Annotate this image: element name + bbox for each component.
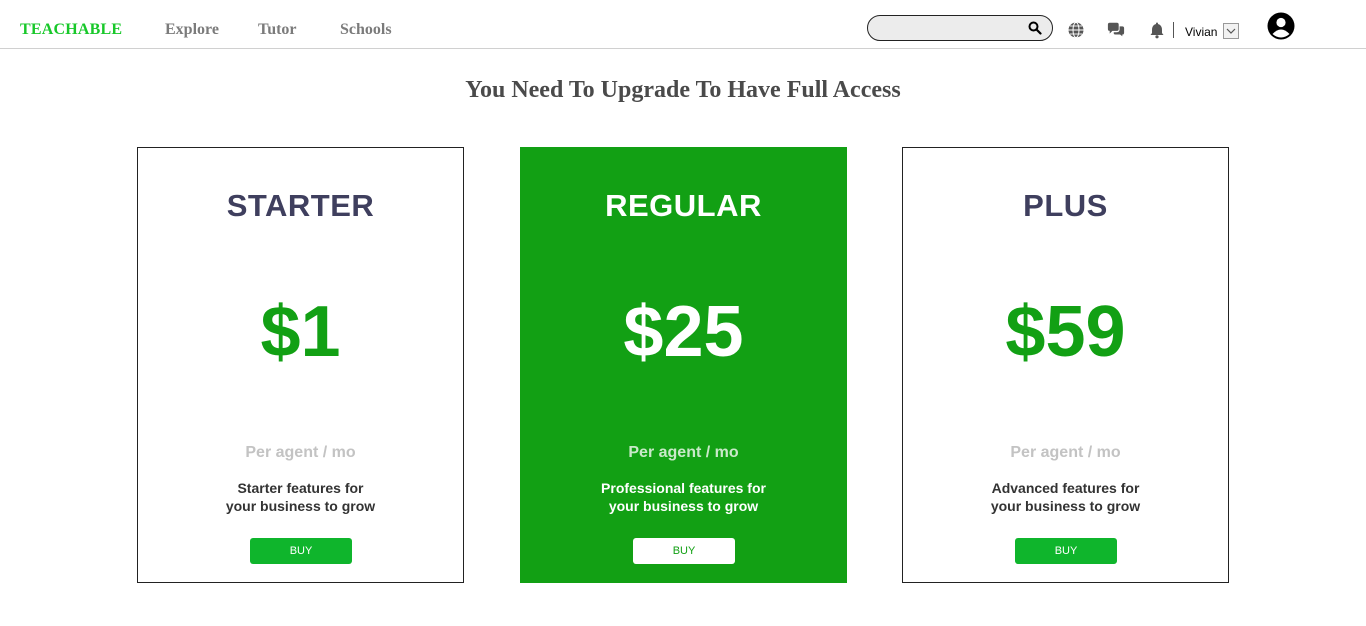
plan-description: Advanced features for your business to g… bbox=[903, 479, 1228, 515]
buy-button-starter[interactable]: BUY bbox=[250, 538, 352, 564]
plan-description-line: your business to grow bbox=[225, 498, 376, 514]
plan-description-line: Advanced features for bbox=[991, 480, 1140, 496]
plan-description: Professional features for your business … bbox=[521, 479, 846, 515]
plan-name: STARTER bbox=[226, 188, 375, 223]
user-menu-dropdown[interactable] bbox=[1223, 23, 1239, 39]
user-avatar-icon[interactable] bbox=[1267, 12, 1295, 40]
nav-explore[interactable]: Explore bbox=[165, 21, 219, 39]
plan-card-regular: REGULAR $25 Per agent / mo Professional … bbox=[520, 147, 847, 583]
bell-icon[interactable] bbox=[1148, 21, 1166, 39]
plan-description-line: Starter features for bbox=[237, 480, 364, 496]
page-title: You Need To Upgrade To Have Full Access bbox=[465, 77, 901, 103]
plan-name: REGULAR bbox=[605, 188, 762, 223]
plan-period: Per agent / mo bbox=[628, 444, 739, 461]
plan-price: $59 bbox=[1005, 292, 1126, 372]
search-icon[interactable] bbox=[1028, 21, 1042, 35]
plan-period: Per agent / mo bbox=[1010, 444, 1121, 461]
plan-card-starter: STARTER $1 Per agent / mo Starter featur… bbox=[137, 147, 464, 583]
top-navbar: TEACHABLE Explore Tutor Schools Vivian bbox=[0, 0, 1366, 49]
brand-logo[interactable]: TEACHABLE bbox=[20, 21, 122, 39]
plan-description-line: your business to grow bbox=[608, 498, 759, 514]
nav-schools[interactable]: Schools bbox=[340, 21, 392, 39]
search-box bbox=[867, 15, 1053, 41]
user-name[interactable]: Vivian bbox=[1185, 25, 1217, 39]
chevron-down-icon bbox=[1226, 28, 1236, 34]
plan-card-plus: PLUS $59 Per agent / mo Advanced feature… bbox=[902, 147, 1229, 583]
plan-description: Starter features for your business to gr… bbox=[138, 479, 463, 515]
plan-price: $1 bbox=[260, 292, 341, 372]
plan-description-line: your business to grow bbox=[990, 498, 1141, 514]
plan-name: PLUS bbox=[1023, 188, 1108, 223]
header-separator bbox=[1173, 22, 1174, 38]
globe-icon[interactable] bbox=[1067, 21, 1085, 39]
search-input[interactable] bbox=[880, 19, 1024, 39]
buy-button-plus[interactable]: BUY bbox=[1015, 538, 1117, 564]
chat-icon[interactable] bbox=[1107, 21, 1125, 39]
plan-description-line: Professional features for bbox=[601, 480, 766, 496]
nav-tutor[interactable]: Tutor bbox=[258, 21, 297, 39]
plan-period: Per agent / mo bbox=[245, 444, 356, 461]
plan-price: $25 bbox=[623, 292, 744, 372]
buy-button-regular[interactable]: BUY bbox=[633, 538, 735, 564]
